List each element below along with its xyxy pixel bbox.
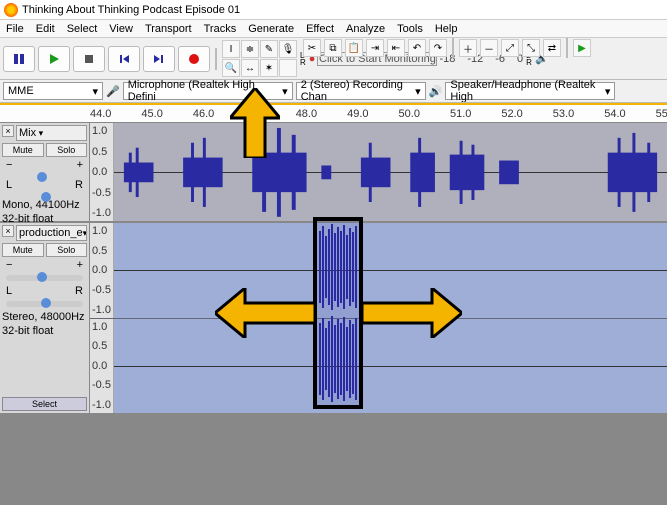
track-info2: 32-bit float <box>2 325 87 337</box>
paste-icon[interactable]: 📋 <box>345 39 363 57</box>
toolbar-device: MME▾ 🎤 Microphone (Realtek High Defini▾ … <box>0 80 667 103</box>
timeshift-tool-icon[interactable]: ↔ <box>241 59 259 77</box>
app-logo-icon <box>4 3 18 17</box>
track-name[interactable]: Mix ▾ <box>16 125 87 141</box>
selected-clip-overlay <box>313 217 363 409</box>
copy-icon[interactable]: ⧉ <box>324 39 342 57</box>
menu-bar: File Edit Select View Transport Tracks G… <box>0 20 667 38</box>
cut-icon[interactable]: ✂ <box>303 39 321 57</box>
chevron-down-icon: ▾ <box>415 85 421 98</box>
empty-track-area[interactable] <box>0 415 667 505</box>
gain-slider[interactable] <box>6 275 83 281</box>
menu-effect[interactable]: Effect <box>306 23 334 35</box>
trim-icon[interactable]: ⇥ <box>366 39 384 57</box>
zoom-toggle-icon[interactable]: ⇄ <box>543 39 561 57</box>
amplitude-scale: 1.00.50.0-0.5-1.0 <box>90 319 114 414</box>
blank-tool <box>279 59 297 77</box>
menu-view[interactable]: View <box>109 23 133 35</box>
menu-generate[interactable]: Generate <box>248 23 294 35</box>
menu-help[interactable]: Help <box>435 23 458 35</box>
amplitude-scale: 1.00.50.0-0.5-1.0 <box>90 223 114 318</box>
multi-tool-icon[interactable]: ✶ <box>260 59 278 77</box>
undo-icon[interactable]: ↶ <box>408 39 426 57</box>
title-bar: Thinking About Thinking Podcast Episode … <box>0 0 667 20</box>
record-button[interactable] <box>178 46 210 72</box>
track-select-button[interactable]: Select <box>2 397 87 411</box>
track-mix: ×Mix ▾ MuteSolo −+ LR Mono, 44100Hz 32-b… <box>0 123 667 223</box>
timeline-ruler[interactable]: 44.045.046.0 47.048.049.0 50.051.052.0 5… <box>0 103 667 123</box>
stop-button[interactable] <box>73 46 105 72</box>
track-info: Stereo, 48000Hz <box>2 311 87 323</box>
annotation-arrow-up-icon <box>230 88 280 158</box>
window-title: Thinking About Thinking Podcast Episode … <box>22 4 240 16</box>
mic-icon: 🎤 <box>106 85 120 98</box>
selection-tool-icon[interactable]: I <box>222 40 240 58</box>
chevron-down-icon: ▾ <box>92 85 98 98</box>
pan-slider[interactable] <box>6 301 83 307</box>
menu-transport[interactable]: Transport <box>145 23 192 35</box>
speaker-icon: 🔊 <box>429 85 443 98</box>
play-button[interactable] <box>38 46 70 72</box>
zoom-in-icon[interactable]: ＋ <box>459 39 477 57</box>
recording-channels-dropdown[interactable]: 2 (Stereo) Recording Chan▾ <box>296 82 426 100</box>
zoom-tool-icon[interactable]: 🔍 <box>222 59 240 77</box>
menu-file[interactable]: File <box>6 23 24 35</box>
chevron-down-icon: ▾ <box>605 85 611 98</box>
menu-tracks[interactable]: Tracks <box>204 23 237 35</box>
playback-device-dropdown[interactable]: Speaker/Headphone (Realtek High▾ <box>445 82 615 100</box>
menu-edit[interactable]: Edit <box>36 23 55 35</box>
track-panel-mix: ×Mix ▾ MuteSolo −+ LR Mono, 44100Hz 32-b… <box>0 123 90 221</box>
track-close-icon[interactable]: × <box>2 125 14 137</box>
menu-select[interactable]: Select <box>67 23 98 35</box>
play-at-speed-icon[interactable]: ▶ <box>573 39 591 57</box>
annotation-arrow-right-icon <box>362 288 462 338</box>
redo-icon[interactable]: ↷ <box>429 39 447 57</box>
track-panel-production: ×production_e▾ MuteSolo −+ LR Stereo, 48… <box>0 223 90 413</box>
solo-button[interactable]: Solo <box>46 143 88 157</box>
zoom-out-icon[interactable]: － <box>480 39 498 57</box>
track-close-icon[interactable]: × <box>2 225 14 237</box>
zoom-fit-icon[interactable]: ⤡ <box>522 39 540 57</box>
waveform-mix <box>114 123 667 222</box>
mute-button[interactable]: Mute <box>2 243 44 257</box>
amplitude-scale: 1.00.50.0-0.5-1.0 <box>90 123 114 221</box>
draw-tool-icon[interactable]: ✎ <box>260 40 278 58</box>
track-lane-mix[interactable]: 1.00.50.0-0.5-1.0 <box>90 123 667 221</box>
chevron-down-icon: ▾ <box>282 85 288 98</box>
menu-analyze[interactable]: Analyze <box>346 23 385 35</box>
mute-button[interactable]: Mute <box>2 143 44 157</box>
track-name[interactable]: production_e▾ <box>16 225 87 241</box>
audio-host-dropdown[interactable]: MME▾ <box>3 82 103 100</box>
envelope-tool-icon[interactable]: ≑ <box>241 40 259 58</box>
solo-button[interactable]: Solo <box>46 243 88 257</box>
zoom-sel-icon[interactable]: ⤢ <box>501 39 519 57</box>
mic-tool-icon[interactable]: 🎙 <box>279 40 297 58</box>
annotation-arrow-left-icon <box>215 288 315 338</box>
skip-end-button[interactable] <box>143 46 175 72</box>
skip-start-button[interactable] <box>108 46 140 72</box>
pause-button[interactable] <box>3 46 35 72</box>
menu-tools[interactable]: Tools <box>397 23 423 35</box>
silence-icon[interactable]: ⇤ <box>387 39 405 57</box>
